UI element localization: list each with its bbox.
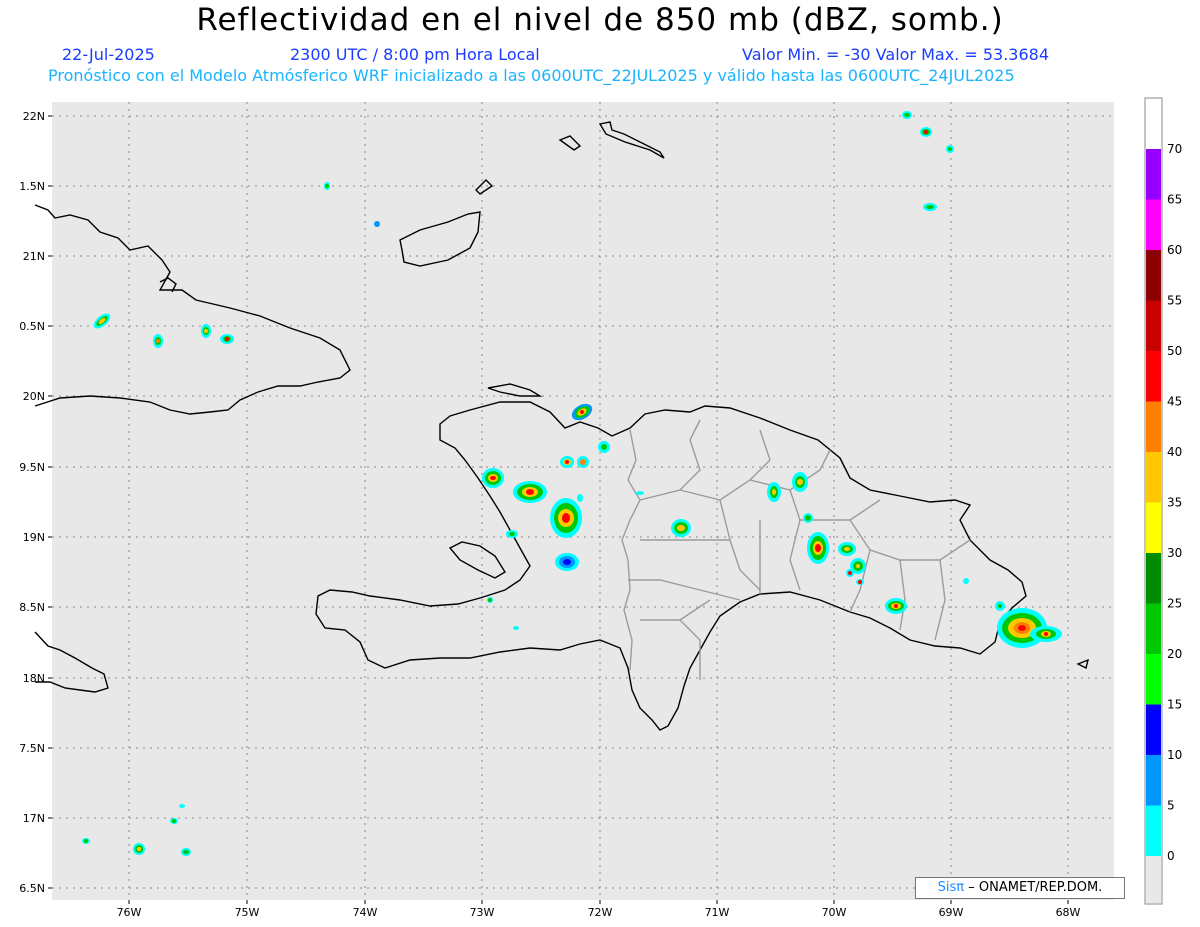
colorbar-swatch: [1146, 250, 1161, 301]
colorbar-swatch: [1146, 351, 1161, 402]
colorbar-label: 45: [1167, 395, 1182, 409]
lat-label: 7.5N: [19, 742, 45, 755]
colorbar-label: 70: [1167, 142, 1182, 156]
colorbar-label: 60: [1167, 243, 1182, 257]
lat-label: 17N: [23, 812, 45, 825]
lon-label: 75W: [235, 906, 260, 919]
lon-label: 74W: [353, 906, 378, 919]
lat-label: 22N: [23, 110, 45, 123]
lat-label: 21N: [23, 250, 45, 263]
colorbar-label: 40: [1167, 445, 1182, 459]
lat-label: 9.5N: [19, 461, 45, 474]
lon-label: 73W: [470, 906, 495, 919]
lat-label: 0.5N: [19, 320, 45, 333]
sispi-logo: Sisπ: [937, 880, 965, 895]
colorbar-label: 55: [1167, 294, 1182, 308]
colorbar-label: 25: [1167, 597, 1182, 611]
colorbar-label: 35: [1167, 496, 1182, 510]
colorbar-label: 30: [1167, 546, 1182, 560]
colorbar-label: 65: [1167, 193, 1182, 207]
colorbar-swatch: [1146, 603, 1161, 654]
colorbar-swatch: [1146, 199, 1161, 250]
lat-label: 19N: [23, 531, 45, 544]
colorbar-label: 15: [1167, 698, 1182, 712]
map-background: [52, 102, 1114, 900]
latitude-labels: 22N 1.5N 21N 0.5N 20N 9.5N 19N 8.5N 18N …: [19, 110, 45, 895]
colorbar-label: 50: [1167, 344, 1182, 358]
lat-label: 1.5N: [19, 180, 45, 193]
lat-label: 8.5N: [19, 601, 45, 614]
lon-label: 69W: [939, 906, 964, 919]
lon-label: 70W: [822, 906, 847, 919]
colorbar-label: 10: [1167, 748, 1182, 762]
colorbar-label: 0: [1167, 849, 1175, 863]
credit-text: – ONAMET/REP.DOM.: [968, 880, 1103, 895]
colorbar-swatch: [1146, 805, 1161, 856]
lat-label: 20N: [23, 390, 45, 403]
credit-box: Sisπ – ONAMET/REP.DOM.: [915, 877, 1125, 899]
lon-label: 76W: [117, 906, 142, 919]
colorbar-swatch: [1146, 755, 1161, 806]
colorbar-swatch: [1146, 502, 1161, 553]
colorbar-swatch: [1146, 452, 1161, 503]
lon-label: 72W: [588, 906, 613, 919]
colorbar-swatch: [1146, 149, 1161, 200]
reflectivity-map: 22N 1.5N 21N 0.5N 20N 9.5N 19N 8.5N 18N …: [19, 97, 1182, 919]
colorbar-swatch: [1146, 401, 1161, 452]
colorbar-swatch: [1146, 654, 1161, 705]
colorbar: 7065605550454035302520151050: [1144, 97, 1182, 905]
colorbar-swatch: [1146, 553, 1161, 604]
longitude-labels: 76W 75W 74W 73W 72W 71W 70W 69W 68W: [117, 906, 1081, 919]
colorbar-swatch: [1146, 856, 1161, 903]
colorbar-swatch: [1146, 300, 1161, 351]
lat-label: 6.5N: [19, 882, 45, 895]
lat-label: 18N: [23, 672, 45, 685]
lon-label: 71W: [705, 906, 730, 919]
colorbar-label: 5: [1167, 799, 1175, 813]
lon-label: 68W: [1056, 906, 1081, 919]
colorbar-label: 20: [1167, 647, 1182, 661]
colorbar-swatch: [1146, 704, 1161, 755]
